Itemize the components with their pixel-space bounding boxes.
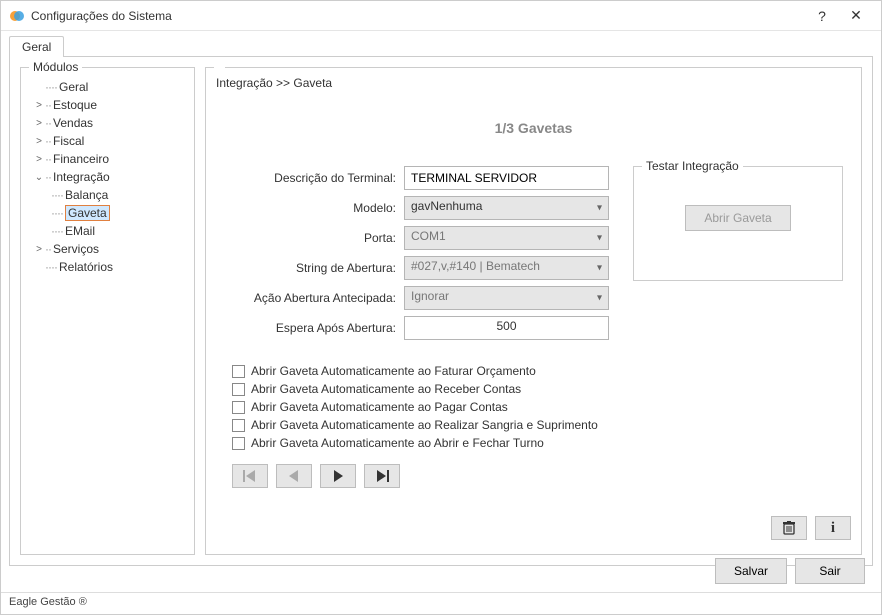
tree-item-servicos[interactable]: > ·· Serviços bbox=[29, 241, 186, 257]
button-abrir-gaveta[interactable]: Abrir Gaveta bbox=[685, 205, 790, 231]
modules-panel: Módulos ···· Geral > ·· Estoque > ·· Ven… bbox=[20, 67, 195, 555]
info-button[interactable]: i bbox=[815, 516, 851, 540]
select-porta: COM1 ▾ bbox=[404, 226, 609, 250]
tree-item-relatorios[interactable]: ···· Relatórios bbox=[29, 259, 186, 275]
checkbox-icon bbox=[232, 365, 245, 378]
trash-icon bbox=[783, 521, 795, 535]
spacer-icon bbox=[33, 262, 45, 273]
record-actions: i bbox=[771, 516, 851, 540]
record-counter: 1/3 Gavetas bbox=[214, 120, 853, 136]
help-button[interactable]: ? bbox=[805, 2, 839, 30]
label-descricao: Descrição do Terminal: bbox=[224, 171, 404, 185]
info-icon: i bbox=[831, 520, 835, 537]
chevron-down-icon: ▾ bbox=[597, 263, 602, 274]
check-abrir-fechar-turno[interactable]: Abrir Gaveta Automaticamente ao Abrir e … bbox=[232, 436, 853, 450]
checkbox-group: Abrir Gaveta Automaticamente ao Faturar … bbox=[232, 364, 853, 450]
chevron-down-icon: ⌄ bbox=[33, 172, 45, 183]
save-button[interactable]: Salvar bbox=[715, 558, 787, 584]
check-receber-contas[interactable]: Abrir Gaveta Automaticamente ao Receber … bbox=[232, 382, 853, 396]
dialog-footer: Salvar Sair bbox=[715, 558, 865, 584]
check-faturar-orcamento[interactable]: Abrir Gaveta Automaticamente ao Faturar … bbox=[232, 364, 853, 378]
tree-item-financeiro[interactable]: > ·· Financeiro bbox=[29, 151, 186, 167]
chevron-right-icon: > bbox=[33, 100, 45, 111]
titlebar: Configurações do Sistema ? ✕ bbox=[1, 1, 881, 31]
tab-strip: Geral bbox=[1, 31, 881, 56]
check-sangria-suprimento[interactable]: Abrir Gaveta Automaticamente ao Realizar… bbox=[232, 418, 853, 432]
tree-item-gaveta[interactable]: ···· Gaveta bbox=[29, 205, 186, 221]
label-porta: Porta: bbox=[224, 231, 404, 245]
tree-item-geral[interactable]: ···· Geral bbox=[29, 79, 186, 95]
skip-first-icon bbox=[243, 470, 257, 482]
nav-prev-button[interactable] bbox=[276, 464, 312, 488]
form: Descrição do Terminal: Modelo: gavNenhum… bbox=[224, 166, 613, 346]
tree-item-vendas[interactable]: > ·· Vendas bbox=[29, 115, 186, 131]
chevron-down-icon: ▾ bbox=[597, 233, 602, 244]
checkbox-icon bbox=[232, 401, 245, 414]
checkbox-icon bbox=[232, 419, 245, 432]
prev-icon bbox=[288, 470, 300, 482]
test-integration-panel: Testar Integração Abrir Gaveta bbox=[633, 166, 843, 281]
checkbox-icon bbox=[232, 437, 245, 450]
spacer-icon bbox=[33, 82, 45, 93]
delete-button[interactable] bbox=[771, 516, 807, 540]
chevron-right-icon: > bbox=[33, 136, 45, 147]
tree-item-fiscal[interactable]: > ·· Fiscal bbox=[29, 133, 186, 149]
input-descricao-terminal[interactable] bbox=[404, 166, 609, 190]
window-title: Configurações do Sistema bbox=[31, 9, 172, 23]
chevron-right-icon: > bbox=[33, 154, 45, 165]
checkbox-icon bbox=[232, 383, 245, 396]
exit-button[interactable]: Sair bbox=[795, 558, 865, 584]
modules-tree: ···· Geral > ·· Estoque > ·· Vendas > ··… bbox=[29, 76, 186, 276]
chevron-down-icon: ▾ bbox=[597, 203, 602, 214]
tab-panel-geral: Módulos ···· Geral > ·· Estoque > ·· Ven… bbox=[9, 56, 873, 566]
chevron-right-icon: > bbox=[33, 118, 45, 129]
close-button[interactable]: ✕ bbox=[839, 2, 873, 30]
chevron-right-icon: > bbox=[33, 244, 45, 255]
tree-item-email[interactable]: ···· EMail bbox=[29, 223, 186, 239]
select-string-abertura: #027,v,#140 | Bematech ▾ bbox=[404, 256, 609, 280]
record-nav bbox=[232, 464, 853, 488]
tree-item-integracao[interactable]: ⌄ ·· Integração bbox=[29, 169, 186, 185]
select-acao-antecipada: Ignorar ▾ bbox=[404, 286, 609, 310]
label-espera: Espera Após Abertura: bbox=[224, 321, 404, 335]
next-icon bbox=[332, 470, 344, 482]
nav-last-button[interactable] bbox=[364, 464, 400, 488]
status-bar: Eagle Gestão ® bbox=[1, 592, 881, 614]
select-modelo[interactable]: gavNenhuma ▾ bbox=[404, 196, 609, 220]
label-string-abertura: String de Abertura: bbox=[224, 261, 404, 275]
chevron-down-icon: ▾ bbox=[597, 293, 602, 304]
label-acao-antecipada: Ação Abertura Antecipada: bbox=[224, 291, 404, 305]
app-icon bbox=[9, 8, 25, 24]
skip-last-icon bbox=[375, 470, 389, 482]
input-espera[interactable]: 500 bbox=[404, 316, 609, 340]
check-pagar-contas[interactable]: Abrir Gaveta Automaticamente ao Pagar Co… bbox=[232, 400, 853, 414]
label-modelo: Modelo: bbox=[224, 201, 404, 215]
modules-legend: Módulos bbox=[29, 60, 82, 74]
tree-item-estoque[interactable]: > ·· Estoque bbox=[29, 97, 186, 113]
status-text: Eagle Gestão ® bbox=[9, 596, 87, 608]
tree-item-balanca[interactable]: ···· Balança bbox=[29, 187, 186, 203]
breadcrumb: Integração >> Gaveta bbox=[216, 76, 853, 90]
test-legend: Testar Integração bbox=[642, 159, 743, 173]
nav-next-button[interactable] bbox=[320, 464, 356, 488]
tab-geral[interactable]: Geral bbox=[9, 36, 64, 57]
main-panel: Integração >> Gaveta 1/3 Gavetas Descriç… bbox=[205, 67, 862, 555]
nav-first-button[interactable] bbox=[232, 464, 268, 488]
